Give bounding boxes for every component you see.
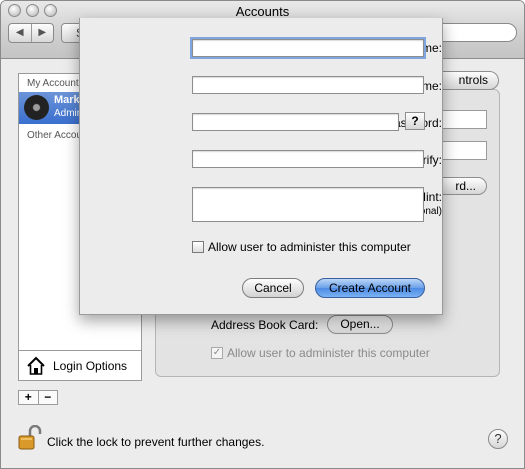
avatar [24, 95, 49, 120]
create-account-button[interactable]: Create Account [315, 278, 425, 298]
forward-button[interactable]: ▶ [32, 24, 54, 42]
house-icon [27, 356, 45, 375]
address-book-card-label: Address Book Card: [211, 318, 319, 332]
password-hint-input[interactable] [192, 187, 424, 222]
cancel-button[interactable]: Cancel [242, 278, 304, 298]
login-options-item[interactable]: Login Options [19, 350, 141, 380]
add-remove-control: + − [18, 390, 58, 405]
lock-control[interactable] [17, 425, 43, 451]
my-account-header: My Account [27, 78, 79, 89]
lock-message: Click the lock to prevent further change… [47, 435, 265, 449]
password-input[interactable] [192, 113, 399, 131]
account-admin-checkbox-label: Allow user to administer this computer [227, 346, 430, 360]
back-forward-control: ◀ ▶ [8, 23, 54, 43]
account-admin-checkbox-row[interactable]: ✓ Allow user to administer this computer [211, 346, 430, 360]
admin-checkbox-row[interactable]: Allow user to administer this computer [192, 240, 411, 254]
short-name-input[interactable] [192, 76, 424, 94]
add-account-button[interactable]: + [19, 391, 39, 404]
open-address-card-button[interactable]: Open... [327, 315, 393, 334]
accounts-window: Accounts ◀ ▶ Show All My Account Mark...… [0, 0, 525, 469]
help-button[interactable]: ? [488, 429, 508, 449]
name-input[interactable] [192, 39, 424, 57]
login-options-label: Login Options [53, 359, 128, 373]
account-name-field[interactable] [441, 110, 487, 129]
remove-account-button[interactable]: − [39, 391, 58, 404]
lock-open-icon[interactable] [17, 425, 43, 451]
admin-checkbox-label: Allow user to administer this computer [208, 240, 411, 254]
account-short-name-field[interactable] [441, 141, 487, 160]
password-assistant-button[interactable]: ? [405, 112, 425, 130]
new-account-sheet: Name: Short Name: Password: ? Verify: Pa… [79, 18, 443, 315]
search-field[interactable] [431, 23, 517, 42]
window-title: Accounts [235, 4, 290, 19]
account-admin-checkbox[interactable]: ✓ [211, 347, 223, 359]
back-button[interactable]: ◀ [9, 24, 32, 42]
admin-checkbox[interactable] [192, 241, 204, 253]
verify-input[interactable] [192, 150, 424, 168]
